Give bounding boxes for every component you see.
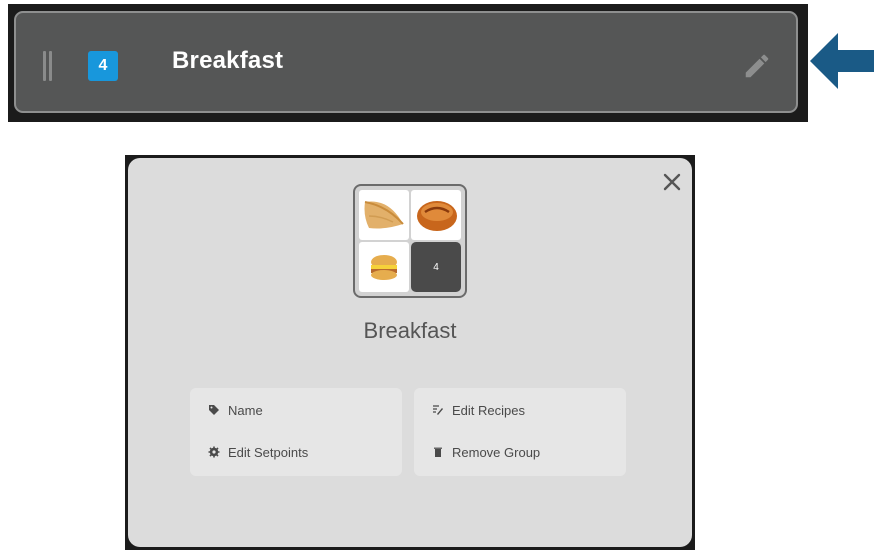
group-name: Breakfast — [172, 47, 284, 74]
more-items-count: 4 — [433, 261, 439, 273]
arrow-left-icon — [810, 33, 874, 89]
remove-group-action[interactable]: Remove Group — [432, 442, 540, 462]
drag-handle-icon[interactable] — [43, 51, 52, 81]
group-thumbnail[interactable]: 4 — [353, 184, 467, 298]
gear-icon — [208, 446, 220, 458]
name-action[interactable]: Name — [208, 400, 263, 420]
pastry-thumbnail — [411, 190, 461, 240]
crepe-thumbnail — [359, 190, 409, 240]
edit-list-icon — [433, 405, 443, 415]
actions-card-left: Name Edit Setpoints — [190, 388, 402, 476]
edit-recipes-action[interactable]: Edit Recipes — [432, 400, 525, 420]
dialog-title: Breakfast — [363, 318, 457, 343]
trash-icon — [434, 447, 442, 457]
remove-group-label: Remove Group — [452, 444, 541, 460]
edit-setpoints-label: Edit Setpoints — [228, 444, 309, 460]
pencil-icon[interactable] — [742, 51, 772, 81]
item-count-badge: 4 — [88, 51, 118, 81]
name-action-label: Name — [228, 402, 263, 418]
actions-card-right: Edit Recipes Remove Group — [414, 388, 626, 476]
group-row[interactable]: 4 Breakfast — [14, 11, 798, 113]
edit-recipes-label: Edit Recipes — [452, 402, 525, 418]
more-items-tile: 4 — [411, 242, 461, 292]
edit-setpoints-action[interactable]: Edit Setpoints — [208, 442, 308, 462]
group-dialog: 4 Breakfast Name Edit Setpoints Edit Rec… — [128, 158, 692, 547]
tag-icon — [209, 405, 219, 415]
close-icon[interactable] — [660, 170, 684, 194]
sandwich-thumbnail — [359, 242, 409, 292]
